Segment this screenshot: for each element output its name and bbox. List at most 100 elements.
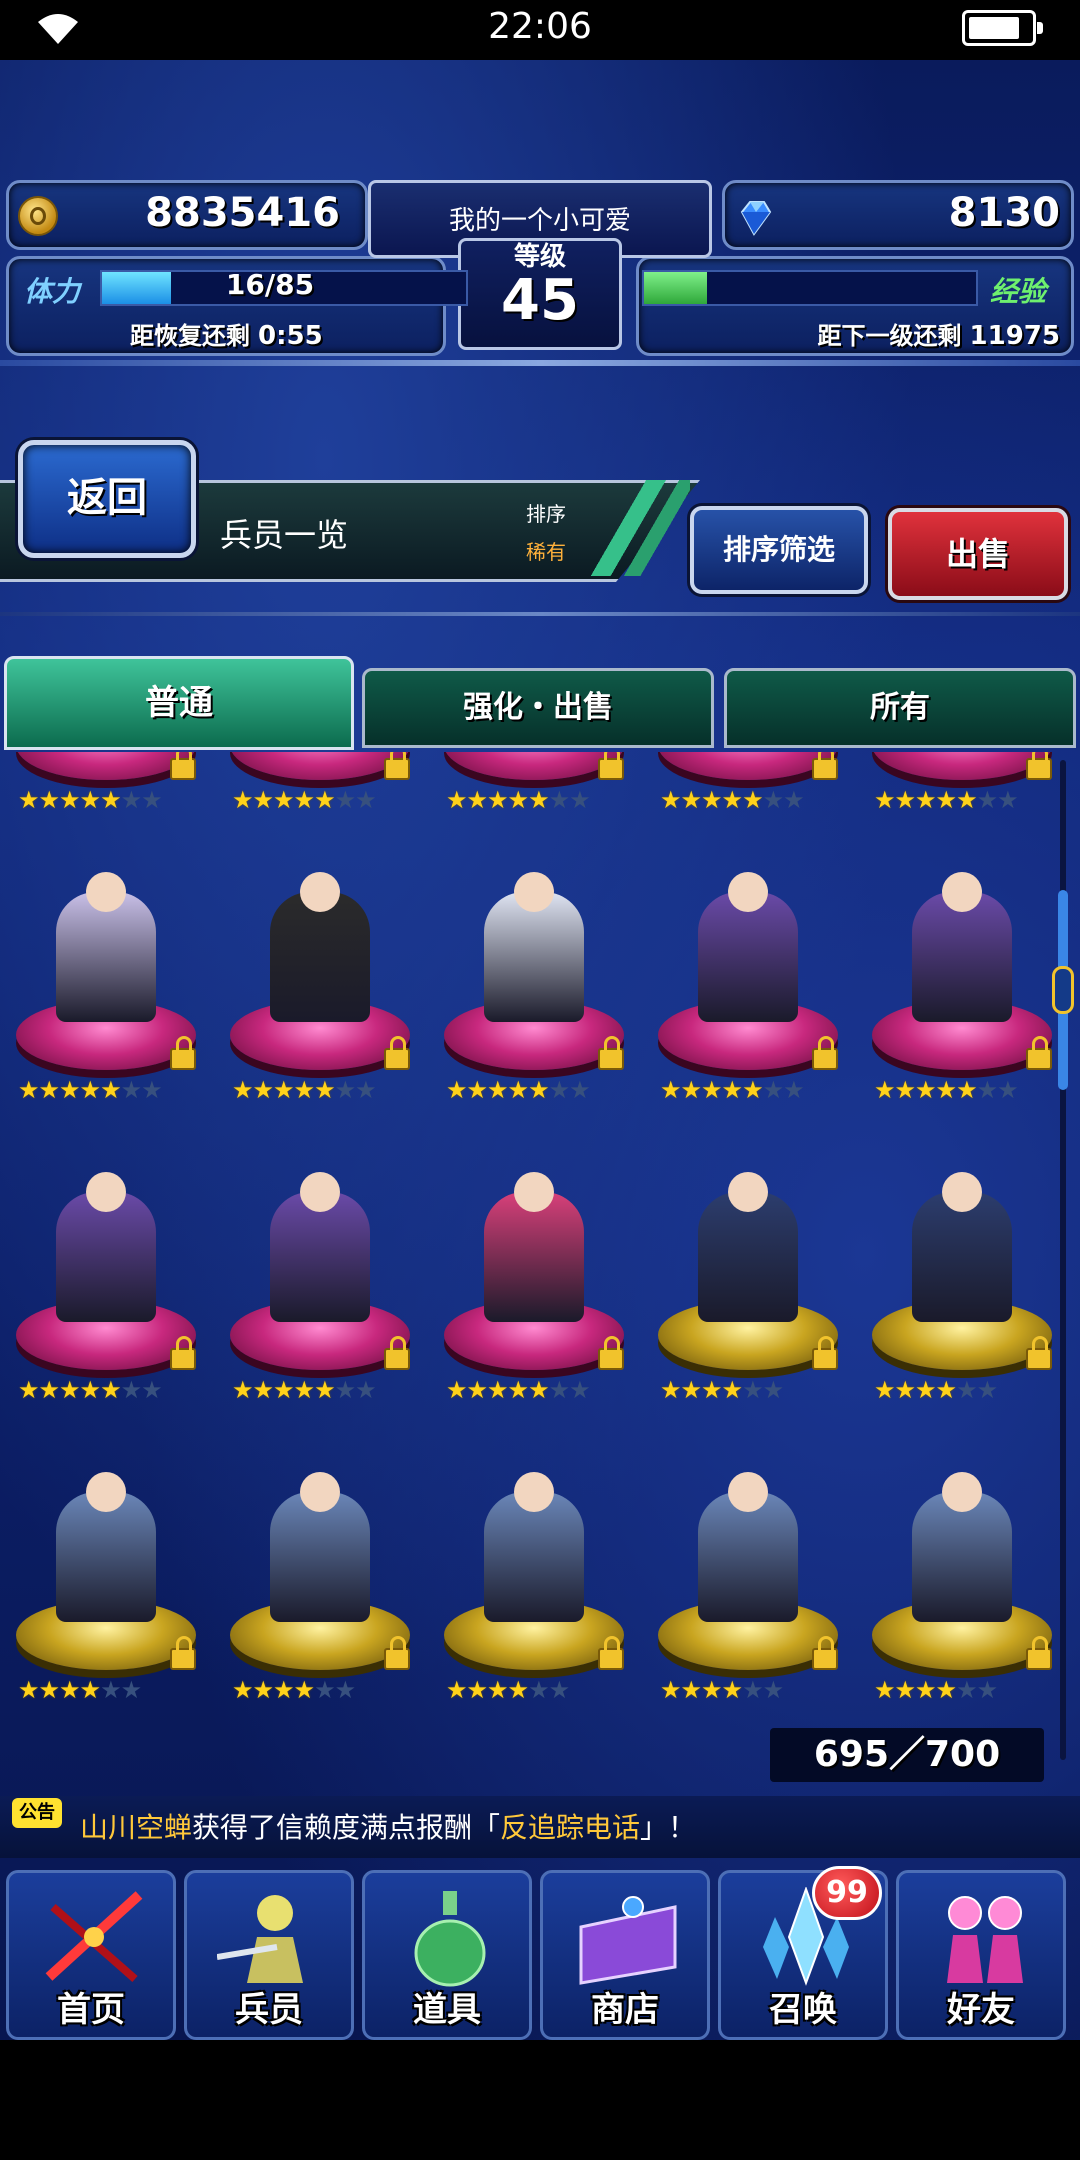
- sort-filter-button[interactable]: 排序筛选: [690, 506, 868, 594]
- unit-pedestal: [230, 752, 410, 780]
- nav-friends-button[interactable]: 好友: [896, 1870, 1066, 2040]
- unit-card[interactable]: ★★★★★★★: [862, 822, 1062, 1122]
- star-empty-icon: ★: [528, 1676, 549, 1704]
- rarity-stars: ★★★★★★★: [660, 1076, 805, 1104]
- star-filled-icon: ★: [956, 786, 977, 814]
- star-filled-icon: ★: [721, 1376, 743, 1404]
- level-value: 45: [501, 268, 579, 333]
- star-filled-icon: ★: [742, 786, 763, 814]
- nav-items-label: 道具: [413, 1990, 481, 2030]
- tab-enhance-sell[interactable]: 强化・出售: [362, 668, 714, 748]
- star-filled-icon: ★: [915, 1076, 936, 1104]
- star-filled-icon: ★: [18, 1076, 39, 1104]
- star-filled-icon: ★: [446, 1676, 467, 1704]
- star-filled-icon: ★: [487, 786, 508, 814]
- unit-card[interactable]: ★★★★★★★: [6, 752, 206, 832]
- unit-card[interactable]: ★★★★★★: [648, 1122, 848, 1422]
- star-filled-icon: ★: [894, 1676, 916, 1704]
- star-filled-icon: ★: [466, 1076, 488, 1104]
- rarity-stars: ★★★★★★★: [446, 786, 591, 814]
- unit-grid[interactable]: ★★★★★★★ ★★★★★★★ ★★★★★★★ ★★★★★★★ ★★★★★★★ ★★★★★…: [0, 752, 1064, 1710]
- unit-card[interactable]: ★★★★★★★: [6, 822, 206, 1122]
- star-empty-icon: ★: [956, 1676, 977, 1704]
- nav-shop-button[interactable]: 商店: [540, 1870, 710, 2040]
- home-sword-icon: [45, 1891, 143, 1983]
- unit-card[interactable]: ★★★★★★★: [434, 752, 634, 832]
- unit-card[interactable]: ★★★★★★★: [434, 822, 634, 1122]
- star-empty-icon: ★: [355, 786, 376, 814]
- unit-card[interactable]: ★★★★★★: [6, 1422, 206, 1710]
- star-filled-icon: ★: [680, 1376, 702, 1404]
- tab-all[interactable]: 所有: [724, 668, 1076, 748]
- star-filled-icon: ★: [487, 1376, 508, 1404]
- unit-sprite: [484, 1472, 584, 1622]
- star-filled-icon: ★: [446, 1076, 467, 1104]
- star-empty-icon: ★: [334, 786, 356, 814]
- star-filled-icon: ★: [59, 1676, 80, 1704]
- player-name: 我的一个小可爱: [448, 206, 631, 236]
- unit-card[interactable]: ★★★★★★: [434, 1422, 634, 1710]
- star-filled-icon: ★: [252, 1676, 274, 1704]
- star-filled-icon: ★: [894, 1076, 916, 1104]
- unit-card[interactable]: ★★★★★★★: [220, 1122, 420, 1422]
- unit-sprite-head: [86, 1172, 126, 1212]
- scrollbar-handle[interactable]: [1052, 966, 1074, 1014]
- star-filled-icon: ★: [314, 1076, 335, 1104]
- unit-sprite-head: [942, 1172, 982, 1212]
- unit-sprite-head: [300, 1172, 340, 1212]
- lock-icon: [170, 1336, 196, 1370]
- stamina-recover-time: 0:55: [258, 321, 323, 351]
- star-filled-icon: ★: [701, 1376, 722, 1404]
- unit-card[interactable]: ★★★★★★: [648, 1422, 848, 1710]
- star-empty-icon: ★: [762, 1376, 784, 1404]
- unit-card[interactable]: ★★★★★★★: [434, 1122, 634, 1422]
- unit-card[interactable]: ★★★★★★★: [220, 752, 420, 832]
- star-filled-icon: ★: [660, 1376, 681, 1404]
- unit-card[interactable]: ★★★★★★★: [648, 822, 848, 1122]
- nav-friends-label: 好友: [947, 1990, 1015, 2030]
- unit-card[interactable]: ★★★★★★★: [220, 822, 420, 1122]
- star-filled-icon: ★: [721, 786, 743, 814]
- nav-units-label: 兵员: [235, 1990, 303, 2030]
- star-filled-icon: ★: [935, 1676, 957, 1704]
- sell-button[interactable]: 出售: [888, 508, 1068, 600]
- unit-sprite: [698, 1472, 798, 1622]
- star-filled-icon: ★: [100, 1076, 121, 1104]
- nav-home-button[interactable]: 首页: [6, 1870, 176, 2040]
- star-empty-icon: ★: [762, 1076, 784, 1104]
- nav-items-button[interactable]: 道具: [362, 1870, 532, 2040]
- stamina-bar-fill: [102, 272, 171, 304]
- tab-normal[interactable]: 普通: [4, 656, 354, 750]
- lock-icon: [598, 752, 624, 780]
- lock-icon: [812, 1636, 838, 1670]
- unit-card[interactable]: ★★★★★★: [862, 1122, 1062, 1422]
- rarity-stars: ★★★★★★★: [18, 1076, 163, 1104]
- unit-card[interactable]: ★★★★★★★: [862, 752, 1062, 832]
- star-empty-icon: ★: [334, 1076, 356, 1104]
- lapis-gem-icon: [740, 201, 772, 236]
- lock-icon: [598, 1636, 624, 1670]
- unit-card[interactable]: ★★★★★★: [220, 1422, 420, 1710]
- lock-icon: [812, 1036, 838, 1070]
- unit-card[interactable]: ★★★★★★: [862, 1422, 1062, 1710]
- star-filled-icon: ★: [252, 1376, 274, 1404]
- battery-icon: [962, 10, 1043, 46]
- unit-sprite-head: [514, 1472, 554, 1512]
- sort-value: 稀有: [526, 540, 566, 564]
- notice-text-mid: 获得了信赖度满点报酬「: [192, 1811, 501, 1844]
- back-button[interactable]: 返回: [18, 440, 196, 558]
- star-filled-icon: ★: [273, 1076, 294, 1104]
- unit-sprite: [56, 1472, 156, 1622]
- unit-sprite: [698, 1172, 798, 1322]
- unit-card[interactable]: ★★★★★★★: [6, 1122, 206, 1422]
- unit-sprite-head: [942, 872, 982, 912]
- bottom-bezel: [0, 2040, 1080, 2160]
- rarity-stars: ★★★★★★★: [232, 1376, 377, 1404]
- unit-card[interactable]: ★★★★★★★: [648, 752, 848, 832]
- unit-sprite-head: [514, 1172, 554, 1212]
- title-strip-accent: [580, 480, 690, 576]
- star-filled-icon: ★: [79, 1376, 101, 1404]
- rarity-stars: ★★★★★★: [446, 1676, 570, 1704]
- rarity-stars: ★★★★★★★: [874, 1076, 1019, 1104]
- nav-units-button[interactable]: 兵员: [184, 1870, 354, 2040]
